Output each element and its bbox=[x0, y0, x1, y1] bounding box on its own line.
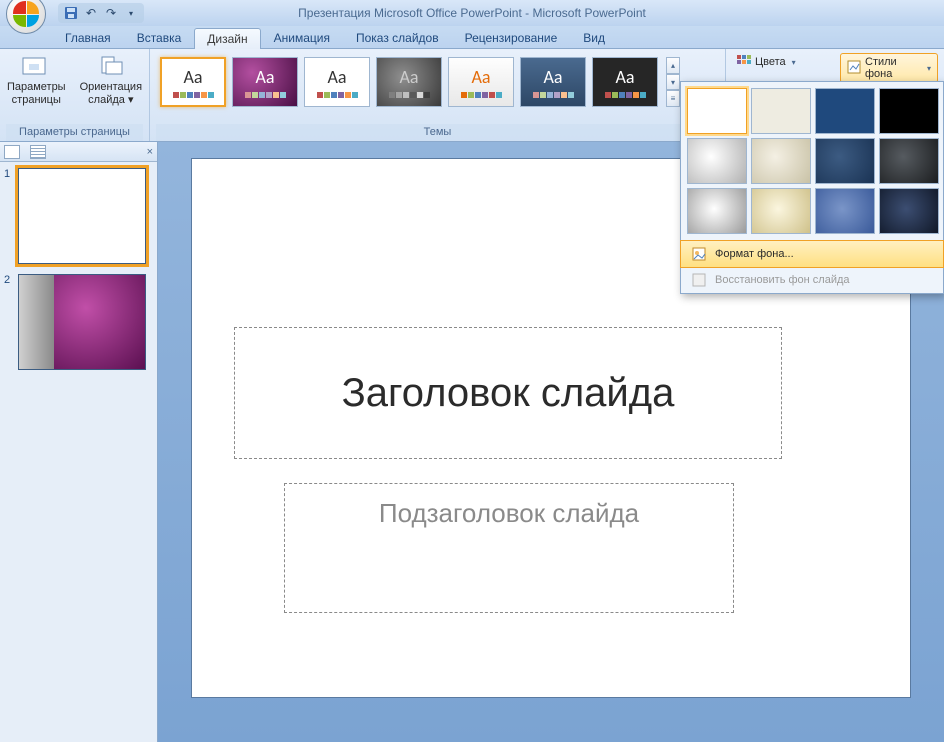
office-logo-icon bbox=[13, 1, 39, 27]
orientation-button[interactable]: Ориентация слайда ▾ bbox=[76, 53, 146, 109]
ribbon-group-bgstyles: Стили фона bbox=[834, 49, 944, 141]
bg-swatch-cream[interactable] bbox=[751, 88, 811, 134]
theme-aa-icon: Aa bbox=[183, 66, 202, 88]
slide-thumb-preview bbox=[18, 168, 146, 264]
ribbon-tabs: Главная Вставка Дизайн Анимация Показ сл… bbox=[0, 26, 944, 49]
ribbon: Параметры страницы Ориентация слайда ▾ П… bbox=[0, 49, 944, 142]
themes-scroll: ▴ ▾ ≡ bbox=[666, 57, 680, 107]
bg-swatch-bluedk[interactable] bbox=[879, 188, 939, 234]
slide-thumb-preview bbox=[18, 274, 146, 370]
title-placeholder[interactable]: Заголовок слайда bbox=[234, 327, 782, 459]
slide-number: 1 bbox=[4, 168, 14, 264]
slides-pane: × 1 2 bbox=[0, 142, 158, 742]
pane-tab-slides-icon[interactable] bbox=[4, 145, 20, 159]
theme-aa-icon: Aa bbox=[471, 66, 490, 88]
bg-panel-menu: Формат фона... Восстановить фон слайда bbox=[681, 240, 943, 293]
save-icon[interactable] bbox=[62, 4, 80, 22]
themes-scroll-down[interactable]: ▾ bbox=[666, 74, 680, 91]
tab-design[interactable]: Дизайн bbox=[194, 28, 260, 49]
bg-swatch-slategrad[interactable] bbox=[815, 138, 875, 184]
tab-slideshow[interactable]: Показ слайдов bbox=[343, 27, 452, 48]
restore-background-menuitem: Восстановить фон слайда bbox=[681, 267, 943, 293]
tab-insert[interactable]: Вставка bbox=[124, 27, 195, 48]
tab-home[interactable]: Главная bbox=[52, 27, 124, 48]
slide-number: 2 bbox=[4, 274, 14, 370]
pane-tab-outline-icon[interactable] bbox=[30, 145, 46, 159]
colors-icon bbox=[737, 55, 751, 69]
theme-thumb-7[interactable]: Aa bbox=[592, 57, 658, 107]
title-bar: ↶ ↷ ▾ Презентация Microsoft Office Power… bbox=[0, 0, 944, 26]
colors-label: Цвета bbox=[755, 56, 786, 68]
redo-icon[interactable]: ↷ bbox=[102, 4, 120, 22]
pane-close-icon[interactable]: × bbox=[147, 146, 153, 158]
tab-view[interactable]: Вид bbox=[570, 27, 618, 48]
theme-colors-icon bbox=[173, 92, 214, 98]
theme-aa-icon: Aa bbox=[399, 66, 418, 88]
background-styles-panel: Формат фона... Восстановить фон слайда bbox=[680, 81, 944, 294]
theme-thumb-2[interactable]: Aa bbox=[232, 57, 298, 107]
restore-background-label: Восстановить фон слайда bbox=[715, 274, 850, 286]
bg-swatch-silver[interactable] bbox=[687, 188, 747, 234]
title-placeholder-text: Заголовок слайда bbox=[342, 371, 675, 416]
bg-styles-label: Стили фона bbox=[865, 56, 921, 80]
themes-scroll-up[interactable]: ▴ bbox=[666, 57, 680, 74]
orientation-icon bbox=[95, 55, 127, 79]
theme-thumb-5[interactable]: Aa bbox=[448, 57, 514, 107]
theme-aa-icon: Aa bbox=[543, 66, 562, 88]
bg-styles-icon bbox=[847, 60, 861, 77]
theme-colors-icon bbox=[533, 92, 574, 98]
theme-thumb-6[interactable]: Aa bbox=[520, 57, 586, 107]
restore-background-icon bbox=[691, 272, 707, 288]
theme-thumb-4[interactable]: Aa bbox=[376, 57, 442, 107]
tab-animation[interactable]: Анимация bbox=[261, 27, 343, 48]
format-background-label: Формат фона... bbox=[715, 248, 794, 260]
bg-swatch-beige[interactable] bbox=[751, 188, 811, 234]
theme-thumb-1[interactable]: Aa bbox=[160, 57, 226, 107]
orientation-label: Ориентация слайда ▾ bbox=[80, 81, 142, 107]
page-setup-button[interactable]: Параметры страницы bbox=[3, 53, 70, 109]
slide-thumb-1[interactable]: 1 bbox=[4, 168, 153, 264]
bg-swatch-white[interactable] bbox=[687, 88, 747, 134]
colors-button[interactable]: Цвета bbox=[732, 53, 828, 71]
slide-thumb-2[interactable]: 2 bbox=[4, 274, 153, 370]
bg-swatch-greygrad[interactable] bbox=[687, 138, 747, 184]
bg-swatch-black[interactable] bbox=[879, 88, 939, 134]
tab-review[interactable]: Рецензирование bbox=[452, 27, 571, 48]
theme-colors-icon bbox=[245, 92, 286, 98]
themes-gallery: Aa Aa Aa Aa Aa Aa bbox=[156, 53, 719, 107]
theme-aa-icon: Aa bbox=[255, 66, 274, 88]
theme-colors-icon bbox=[317, 92, 358, 98]
theme-thumb-3[interactable]: Aa bbox=[304, 57, 370, 107]
page-setup-icon bbox=[20, 55, 52, 79]
bg-swatch-navy[interactable] bbox=[815, 88, 875, 134]
page-setup-label: Параметры страницы bbox=[7, 81, 66, 107]
bg-swatch-blue[interactable] bbox=[815, 188, 875, 234]
bg-swatch-darkgrad[interactable] bbox=[879, 138, 939, 184]
group-label-page-params: Параметры страницы bbox=[6, 124, 143, 141]
ribbon-group-page-params: Параметры страницы Ориентация слайда ▾ П… bbox=[0, 49, 150, 141]
thumbnail-list: 1 2 bbox=[0, 162, 157, 742]
theme-aa-icon: Aa bbox=[327, 66, 346, 88]
format-background-icon bbox=[691, 246, 707, 262]
bg-swatch-tangrad[interactable] bbox=[751, 138, 811, 184]
subtitle-placeholder[interactable]: Подзаголовок слайда bbox=[284, 483, 734, 613]
theme-colors-icon bbox=[605, 92, 646, 98]
theme-aa-icon: Aa bbox=[615, 66, 634, 88]
background-styles-button[interactable]: Стили фона bbox=[840, 53, 938, 83]
group-label-themes: Темы bbox=[156, 124, 719, 141]
qat-dropdown-icon[interactable]: ▾ bbox=[122, 4, 140, 22]
pane-tabs: × bbox=[0, 142, 157, 162]
ribbon-group-themes: Aa Aa Aa Aa Aa Aa bbox=[150, 49, 726, 141]
undo-icon[interactable]: ↶ bbox=[82, 4, 100, 22]
format-background-menuitem[interactable]: Формат фона... bbox=[680, 240, 944, 268]
quick-access-toolbar: ↶ ↷ ▾ bbox=[58, 3, 144, 23]
subtitle-placeholder-text: Подзаголовок слайда bbox=[379, 498, 639, 529]
theme-colors-icon bbox=[461, 92, 502, 98]
themes-scroll-more[interactable]: ≡ bbox=[666, 90, 680, 107]
theme-colors-icon bbox=[389, 92, 430, 98]
